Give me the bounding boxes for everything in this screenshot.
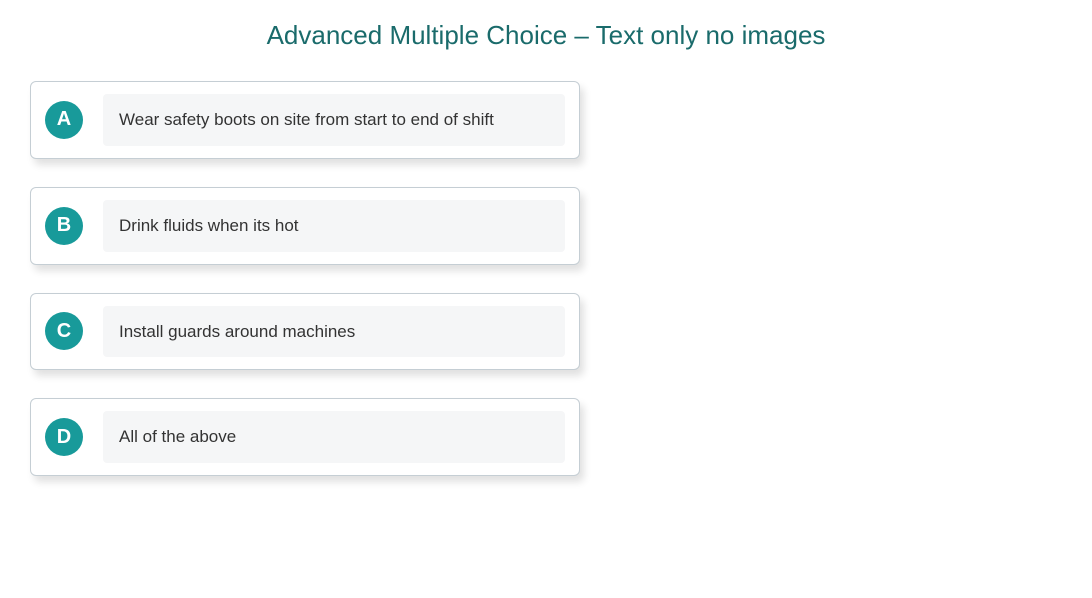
option-c[interactable]: C Install guards around machines	[30, 293, 580, 371]
option-letter-badge: D	[45, 418, 83, 456]
option-text: All of the above	[103, 411, 565, 463]
option-d[interactable]: D All of the above	[30, 398, 580, 476]
page-title: Advanced Multiple Choice – Text only no …	[30, 20, 1062, 51]
option-a[interactable]: A Wear safety boots on site from start t…	[30, 81, 580, 159]
option-letter-badge: A	[45, 101, 83, 139]
options-list: A Wear safety boots on site from start t…	[30, 81, 580, 476]
option-letter-badge: B	[45, 207, 83, 245]
option-b[interactable]: B Drink fluids when its hot	[30, 187, 580, 265]
option-text: Install guards around machines	[103, 306, 565, 358]
option-text: Wear safety boots on site from start to …	[103, 94, 565, 146]
option-text: Drink fluids when its hot	[103, 200, 565, 252]
option-letter-badge: C	[45, 312, 83, 350]
